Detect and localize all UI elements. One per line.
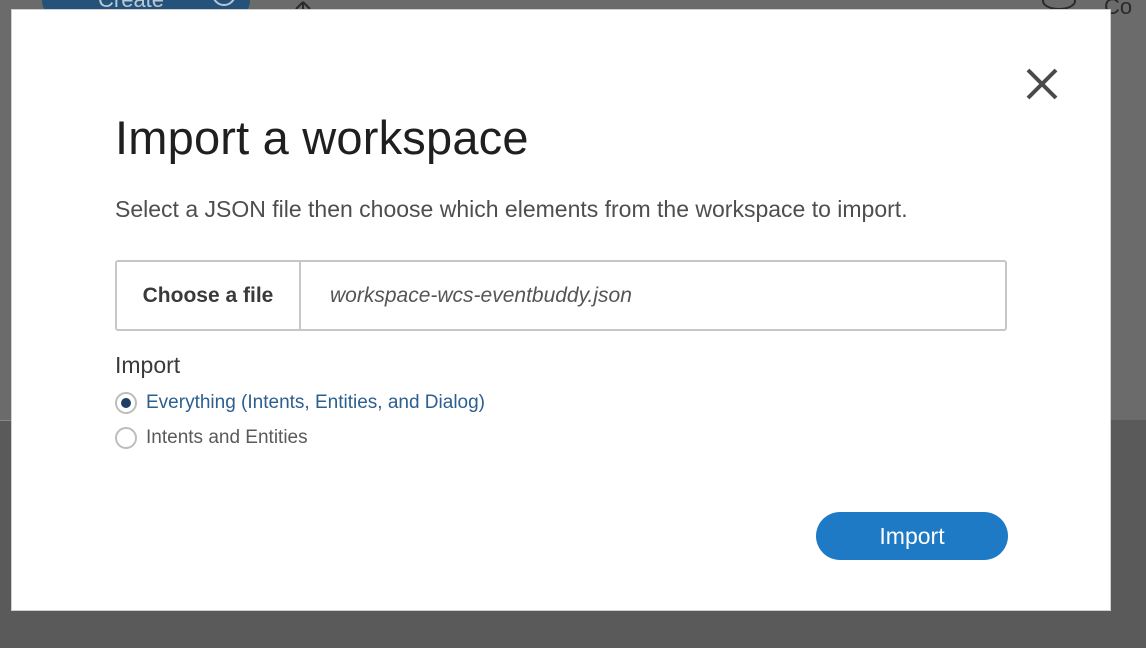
add-icon [212, 0, 236, 6]
import-workspace-modal: Import a workspace Select a JSON file th… [12, 10, 1110, 610]
import-button[interactable]: Import [816, 512, 1008, 560]
selected-file-name: workspace-wcs-eventbuddy.json [330, 283, 632, 307]
background-divider [0, 420, 12, 421]
close-icon[interactable] [1024, 66, 1060, 102]
radio-option-everything[interactable]: Everything (Intents, Entities, and Dialo… [115, 392, 485, 414]
modal-title: Import a workspace [115, 111, 529, 164]
radio-option-label: Everything (Intents, Entities, and Dialo… [146, 392, 486, 413]
import-section-label: Import [115, 352, 181, 378]
modal-subtitle: Select a JSON file then choose which ele… [115, 196, 908, 222]
radio-option-label: Intents and Entities [146, 427, 308, 448]
radio-option-intents-entities[interactable]: Intents and Entities [115, 427, 308, 449]
radio-button-unselected[interactable] [115, 427, 137, 449]
file-picker: Choose a file workspace-wcs-eventbuddy.j… [115, 260, 1007, 331]
database-icon [1042, 0, 1076, 10]
radio-button-selected[interactable] [115, 392, 137, 414]
choose-file-button[interactable]: Choose a file [117, 262, 301, 329]
